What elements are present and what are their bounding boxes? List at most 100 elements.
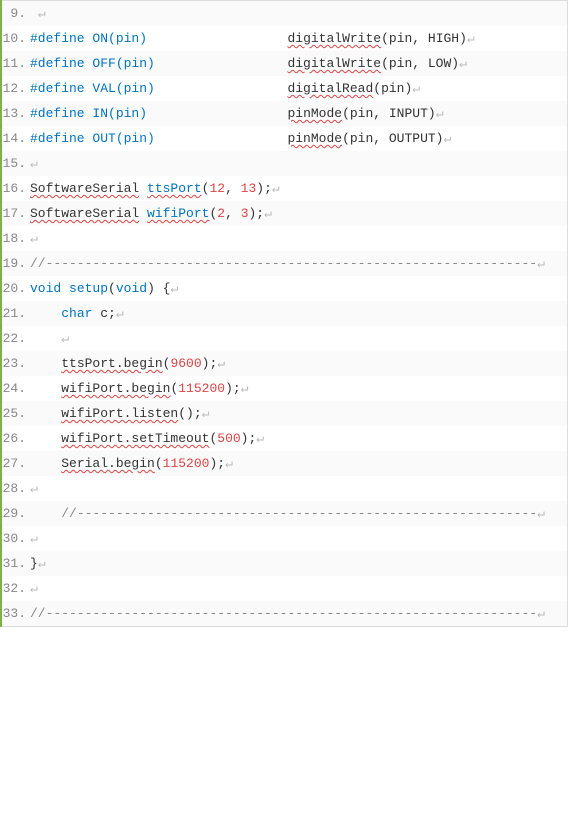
token: #define IN(pin) [30, 106, 147, 121]
token: ↵ [202, 406, 210, 421]
code-line: 11.#define OFF(pin) digitalWrite(pin, LO… [2, 51, 567, 76]
token: 500 [217, 431, 240, 446]
token: ↵ [467, 31, 475, 46]
line-number: 30. [2, 531, 30, 546]
line-number: 26. [2, 431, 30, 446]
token: ↵ [30, 481, 38, 496]
token: (pin) [373, 81, 412, 96]
code-line: 14.#define OUT(pin) pinMode(pin, OUTPUT)… [2, 126, 567, 151]
line-number: 23. [2, 356, 30, 371]
token: SoftwareSerial [30, 181, 139, 196]
line-content: //--------------------------------------… [30, 506, 567, 521]
token: ); [256, 181, 272, 196]
token: #define OUT(pin) [30, 131, 155, 146]
line-content: SoftwareSerial wifiPort(2, 3);↵ [30, 206, 567, 221]
code-line: 31.}↵ [2, 551, 567, 576]
token: Serial.begin [61, 456, 155, 471]
code-line: 24. wifiPort.begin(115200);↵ [2, 376, 567, 401]
token [61, 281, 69, 296]
token: pinMode [287, 131, 342, 146]
code-line: 32.↵ [2, 576, 567, 601]
line-content: void setup(void) {↵ [30, 281, 567, 296]
token: ); [241, 431, 257, 446]
token: 2 [217, 206, 225, 221]
code-line: 15.↵ [2, 151, 567, 176]
line-number: 33. [2, 606, 30, 621]
code-line: 26. wifiPort.setTimeout(500);↵ [2, 426, 567, 451]
token: (pin, HIGH) [381, 31, 467, 46]
token [30, 456, 61, 471]
token: //--------------------------------------… [61, 506, 537, 521]
line-content: Serial.begin(115200);↵ [30, 456, 567, 471]
token: setup [69, 281, 108, 296]
line-number: 28. [2, 481, 30, 496]
line-content: }↵ [30, 556, 567, 571]
token: 9600 [170, 356, 201, 371]
token: ttsPort [147, 181, 202, 196]
line-number: 31. [2, 556, 30, 571]
token: void [30, 281, 61, 296]
line-content: #define ON(pin) digitalWrite(pin, HIGH)↵ [30, 31, 567, 46]
line-content: ↵ [30, 231, 567, 246]
line-content: //--------------------------------------… [30, 256, 567, 271]
line-content: ↵ [30, 6, 567, 21]
line-number: 32. [2, 581, 30, 596]
token: ↵ [256, 431, 264, 446]
line-content: #define OFF(pin) digitalWrite(pin, LOW)↵ [30, 56, 567, 71]
token: ) { [147, 281, 170, 296]
line-number: 12. [2, 81, 30, 96]
line-number: 29. [2, 506, 30, 521]
token: ↵ [30, 231, 38, 246]
token: wifiPort.setTimeout [61, 431, 209, 446]
code-line: 10.#define ON(pin) digitalWrite(pin, HIG… [2, 26, 567, 51]
token [30, 506, 61, 521]
token [147, 31, 287, 46]
token: digitalRead [287, 81, 373, 96]
token: ↵ [272, 181, 280, 196]
line-content: ttsPort.begin(9600);↵ [30, 356, 567, 371]
line-content: ↵ [30, 156, 567, 171]
token: , [225, 181, 241, 196]
token: ↵ [436, 106, 444, 121]
token: wifiPort [147, 206, 209, 221]
token [30, 331, 61, 346]
code-line: 30.↵ [2, 526, 567, 551]
token [30, 6, 38, 21]
line-number: 17. [2, 206, 30, 221]
token: ↵ [537, 606, 545, 621]
token: digitalWrite [287, 31, 381, 46]
token: 3 [241, 206, 249, 221]
token: SoftwareSerial [30, 206, 139, 221]
code-line: 20.void setup(void) {↵ [2, 276, 567, 301]
code-listing: 9. ↵10.#define ON(pin) digitalWrite(pin,… [2, 0, 568, 627]
line-number: 20. [2, 281, 30, 296]
line-content: wifiPort.listen();↵ [30, 406, 567, 421]
line-number: 25. [2, 406, 30, 421]
line-number: 9. [2, 6, 30, 21]
token: ↵ [537, 506, 545, 521]
token [30, 406, 61, 421]
token: (pin, LOW) [381, 56, 459, 71]
token: #define ON(pin) [30, 31, 147, 46]
token: 13 [241, 181, 257, 196]
code-line: 13.#define IN(pin) pinMode(pin, INPUT)↵ [2, 101, 567, 126]
token: ↵ [30, 531, 38, 546]
code-line: 28.↵ [2, 476, 567, 501]
line-number: 19. [2, 256, 30, 271]
line-number: 16. [2, 181, 30, 196]
token: ↵ [116, 306, 124, 321]
token: ttsPort.begin [61, 356, 162, 371]
token: 115200 [163, 456, 210, 471]
line-content: ↵ [30, 481, 567, 496]
line-number: 15. [2, 156, 30, 171]
line-content: ↵ [30, 581, 567, 596]
token: ↵ [61, 331, 69, 346]
token: ↵ [38, 6, 46, 21]
token: #define VAL(pin) [30, 81, 155, 96]
token: char [61, 306, 92, 321]
token [139, 181, 147, 196]
token: ); [202, 356, 218, 371]
line-number: 24. [2, 381, 30, 396]
token: ↵ [170, 281, 178, 296]
line-number: 27. [2, 456, 30, 471]
